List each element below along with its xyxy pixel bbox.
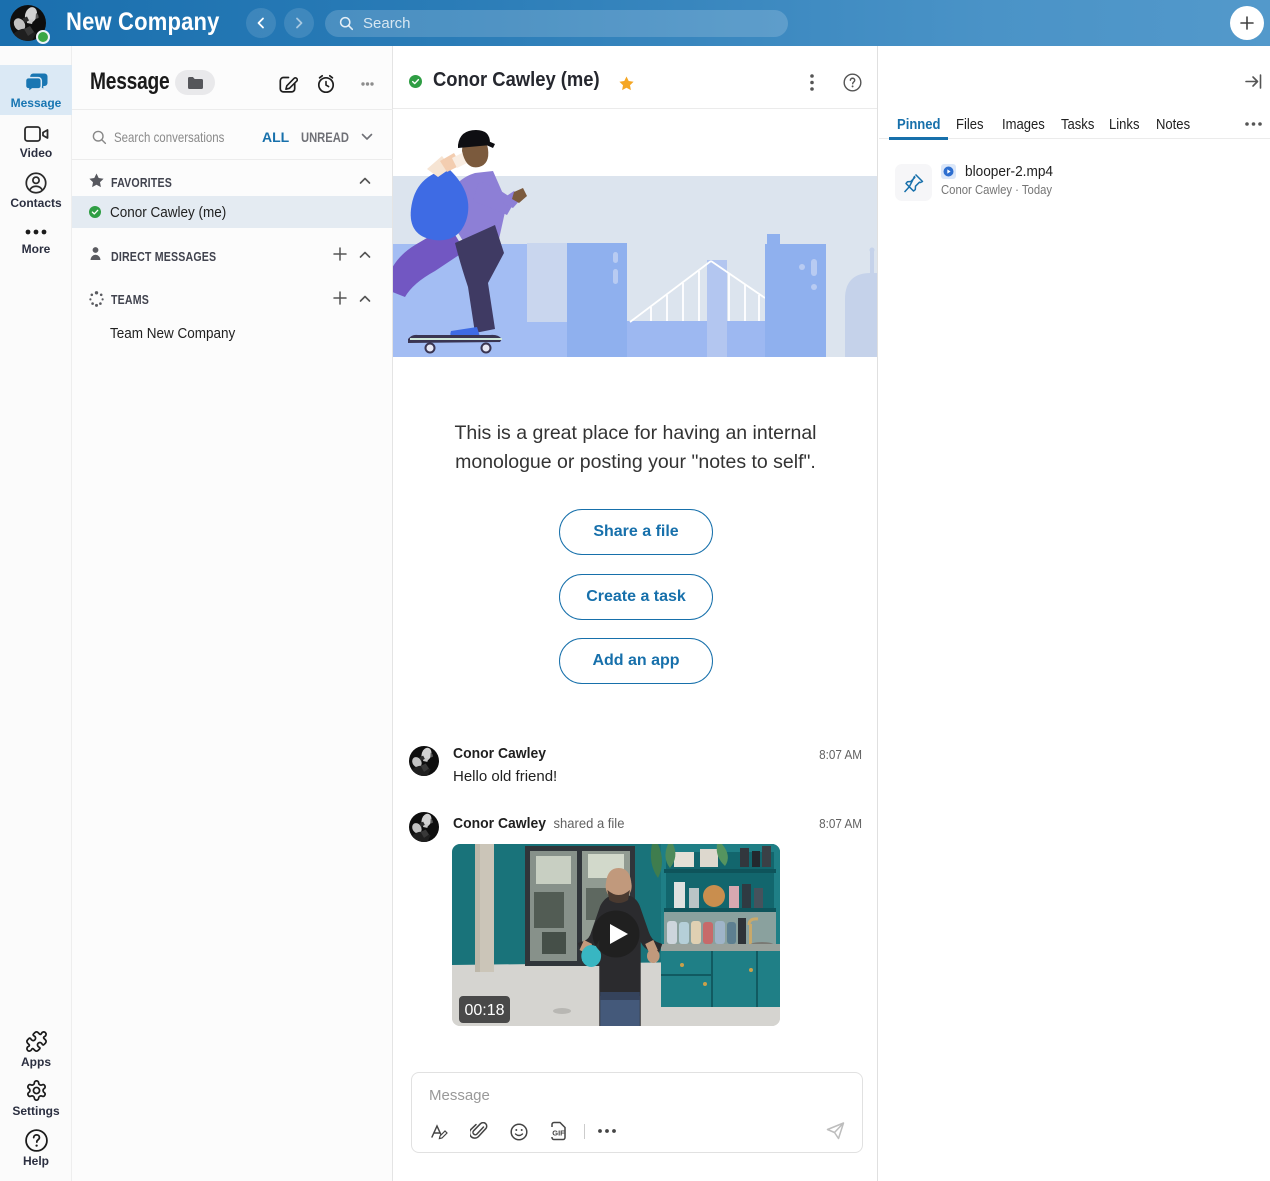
svg-text:GIF: GIF (552, 1129, 565, 1138)
svg-text:00:18: 00:18 (464, 1002, 504, 1019)
